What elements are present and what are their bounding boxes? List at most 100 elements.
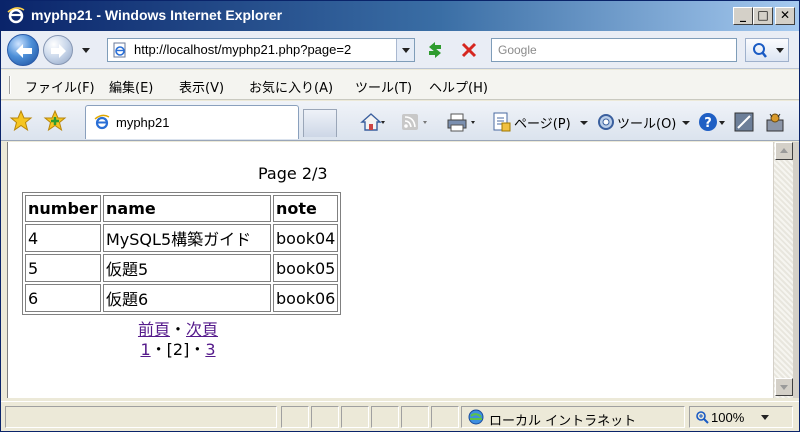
menu-bar: ファイル(F) 編集(E) 表示(V) お気に入り(A) ツール(T) ヘルプ(…	[1, 70, 799, 100]
address-url: http://localhost/myphp21.php?page=2	[134, 42, 352, 57]
addons-icon[interactable]	[763, 111, 787, 133]
table-row: 5 仮題5 book05	[25, 254, 339, 282]
feeds-icon[interactable]	[399, 111, 429, 133]
security-zone-label: ローカル イントラネット	[489, 414, 637, 429]
scroll-down-button[interactable]	[775, 378, 793, 396]
help-icon[interactable]: ?	[697, 111, 727, 133]
window-frame-right	[793, 142, 799, 398]
status-text-cell	[5, 406, 277, 428]
close-button[interactable]: ✕	[775, 7, 795, 25]
address-dropdown-button[interactable]	[396, 39, 414, 61]
page-menu-button[interactable]: ページ(P)	[514, 113, 571, 132]
menu-view[interactable]: 表示(V)	[179, 77, 224, 96]
cell-name: 仮題5	[103, 254, 271, 282]
pagination: 前頁・次頁 1・[2]・3	[110, 320, 246, 360]
cell-name: MySQL5構築ガイド	[103, 224, 271, 252]
tools-gear-icon[interactable]	[595, 111, 617, 133]
chevron-down-icon[interactable]	[761, 415, 769, 421]
page-1-link[interactable]: 1	[140, 340, 150, 359]
prev-next-line: 前頁・次頁	[110, 320, 246, 340]
status-cell	[431, 406, 459, 428]
search-button[interactable]	[745, 38, 789, 62]
cell-note: book06	[273, 284, 339, 312]
zoom-icon	[696, 411, 709, 424]
search-icon	[753, 43, 784, 58]
ie-logo-icon	[94, 114, 110, 130]
books-table: number name note 4 MySQL5構築ガイド book04 5 …	[22, 192, 342, 315]
prev-page-link[interactable]: 前頁	[138, 320, 170, 339]
forward-button[interactable]	[43, 35, 73, 65]
cell-name: 仮題6	[103, 284, 271, 312]
pager-separator: ・	[189, 340, 206, 359]
arrow-up-icon	[780, 148, 788, 153]
minimize-button[interactable]: _	[733, 7, 753, 25]
page-icon[interactable]	[491, 111, 513, 133]
address-toolbar: http://localhost/myphp21.php?page=2 Goog…	[1, 31, 799, 69]
add-favorites-icon[interactable]	[43, 110, 67, 132]
refresh-icon[interactable]	[423, 39, 447, 61]
back-arrow-icon	[16, 44, 32, 58]
home-icon[interactable]	[359, 111, 385, 133]
status-cell	[341, 406, 369, 428]
current-page: [2]	[166, 340, 190, 359]
window-title: myphp21 - Windows Internet Explorer	[31, 7, 283, 23]
table-row: 6 仮題6 book06	[25, 284, 339, 312]
chevron-down-icon[interactable]	[681, 111, 691, 133]
arrow-down-icon	[780, 385, 788, 390]
forward-arrow-icon	[51, 44, 66, 58]
cell-number: 6	[25, 284, 101, 312]
next-page-link[interactable]: 次頁	[186, 320, 218, 339]
status-cell	[401, 406, 429, 428]
column-header-number: number	[25, 195, 101, 222]
history-dropdown-icon[interactable]	[81, 45, 91, 55]
table-row: 4 MySQL5構築ガイド book04	[25, 224, 339, 252]
chevron-down-icon	[402, 48, 410, 53]
browser-window: myphp21 - Windows Internet Explorer _ □ …	[0, 0, 800, 432]
cell-number: 5	[25, 254, 101, 282]
menu-help[interactable]: ヘルプ(H)	[429, 77, 488, 96]
status-cell	[371, 406, 399, 428]
search-placeholder: Google	[498, 43, 537, 57]
menu-tools[interactable]: ツール(T)	[355, 77, 412, 96]
cell-note: book04	[273, 224, 339, 252]
new-tab-button[interactable]	[303, 109, 337, 137]
print-icon[interactable]	[445, 111, 477, 133]
tab-label: myphp21	[116, 115, 170, 130]
cell-note: book05	[273, 254, 339, 282]
pager-separator: ・	[150, 340, 167, 359]
svg-text:?: ?	[704, 116, 712, 131]
menu-edit[interactable]: 編集(E)	[109, 77, 153, 96]
vertical-scrollbar[interactable]	[773, 142, 793, 398]
status-cell	[311, 406, 339, 428]
tools-menu-button[interactable]: ツール(O)	[617, 113, 676, 132]
scroll-up-button[interactable]	[775, 142, 793, 160]
page-numbers-line: 1・[2]・3	[110, 340, 246, 360]
intranet-icon	[468, 409, 484, 425]
table-header-row: number name note	[25, 195, 339, 222]
address-input[interactable]: http://localhost/myphp21.php?page=2	[107, 38, 415, 62]
back-button[interactable]	[7, 34, 39, 66]
cell-number: 4	[25, 224, 101, 252]
ie-logo-icon	[7, 7, 25, 24]
favorites-star-icon[interactable]	[9, 110, 33, 132]
page-3-link[interactable]: 3	[205, 340, 215, 359]
column-header-note: note	[273, 195, 339, 222]
menu-grip	[9, 76, 11, 94]
status-cell	[281, 406, 309, 428]
zoom-level: 100%	[711, 410, 745, 425]
menu-favorites[interactable]: お気に入り(A)	[249, 77, 333, 96]
chevron-down-icon[interactable]	[579, 111, 589, 133]
title-bar: myphp21 - Windows Internet Explorer _ □ …	[1, 1, 799, 31]
search-input[interactable]: Google	[491, 38, 737, 62]
research-icon[interactable]	[733, 111, 755, 133]
page-indicator: Page 2/3	[258, 164, 328, 183]
tab-myphp21[interactable]: myphp21	[85, 105, 299, 139]
pager-separator: ・	[169, 320, 186, 339]
column-header-name: name	[103, 195, 271, 222]
status-bar: ローカル イントラネット 100%	[1, 401, 799, 431]
maximize-button[interactable]: □	[753, 7, 773, 25]
page-favicon-icon	[113, 42, 126, 58]
page-viewport: Page 2/3 number name note 4 MySQL5構築ガイド …	[7, 142, 773, 398]
stop-icon[interactable]	[457, 39, 481, 61]
menu-file[interactable]: ファイル(F)	[25, 77, 95, 96]
